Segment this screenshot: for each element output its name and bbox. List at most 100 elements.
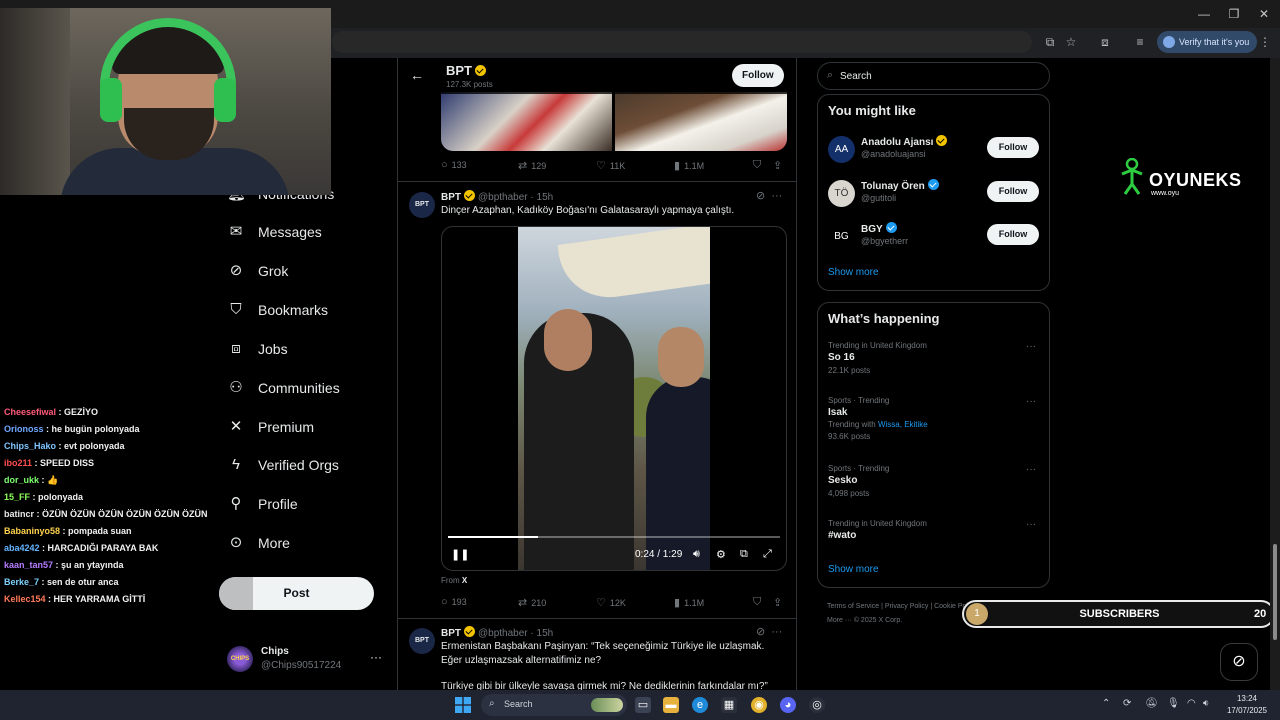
nav-more[interactable]: ⊙ More bbox=[227, 530, 290, 556]
account-switcher[interactable]: CHIPS Chips @Chips90517224 ··· bbox=[227, 642, 387, 678]
menu-kebab-icon[interactable]: ⋮ bbox=[1256, 33, 1274, 51]
share-button[interactable]: ⇪ bbox=[773, 596, 786, 609]
address-bar[interactable] bbox=[332, 31, 1032, 53]
nav-premium[interactable]: ✕ Premium bbox=[227, 414, 314, 440]
nav-grok[interactable]: ⊘ Grok bbox=[227, 258, 289, 284]
chat-username[interactable]: Cheesefiwal bbox=[4, 407, 56, 417]
more-dots-icon[interactable]: ··· bbox=[1026, 519, 1036, 530]
wifi-icon[interactable]: ◠ bbox=[1187, 698, 1196, 709]
reading-list-icon[interactable]: ≡ bbox=[1131, 33, 1149, 51]
suggested-account[interactable]: AA Anadolu Ajansı @anadoluajansi Follow bbox=[828, 134, 1040, 168]
trend-item[interactable]: Sports · Trending Isak Trending with Wissa… bbox=[828, 396, 1040, 441]
previous-tweet-images[interactable] bbox=[441, 92, 787, 151]
chat-username[interactable]: Orionoss bbox=[4, 424, 44, 434]
microphone-icon[interactable]: 🎙︎ bbox=[1167, 698, 1180, 709]
settings-gear-icon[interactable]: ⚙ bbox=[716, 548, 726, 561]
star-icon[interactable]: ☆ bbox=[1062, 33, 1080, 51]
show-more-link[interactable]: Show more bbox=[828, 267, 879, 278]
repost-button[interactable]: ⇄ 129 bbox=[518, 159, 546, 172]
chat-username[interactable]: ibo211 bbox=[4, 458, 32, 468]
store-icon[interactable]: ▦ bbox=[721, 697, 737, 713]
more-dots-icon[interactable]: ··· bbox=[771, 626, 782, 638]
tweet-avatar[interactable]: BPT bbox=[409, 628, 435, 654]
task-view-icon[interactable]: ▭ bbox=[635, 697, 651, 713]
reply-button[interactable]: ○ 133 bbox=[441, 159, 467, 171]
account-name[interactable]: Anadolu Ajansı bbox=[861, 135, 948, 148]
taskbar-search[interactable]: ⌕ Search bbox=[481, 694, 627, 716]
picture-in-picture-icon[interactable]: ⧉ bbox=[740, 548, 748, 561]
suggested-account[interactable]: BG BGY @bgyetherr Follow bbox=[828, 221, 1040, 255]
video-progress-bar[interactable] bbox=[448, 536, 780, 538]
trend-name[interactable]: So 16 bbox=[828, 352, 1040, 363]
tweet-avatar[interactable]: BPT bbox=[409, 192, 435, 218]
tray-bell-icon[interactable]: 🔕︎ bbox=[1145, 698, 1158, 709]
chat-username[interactable]: Kellec154 bbox=[4, 594, 46, 604]
scrollbar-thumb[interactable] bbox=[1273, 544, 1277, 640]
grok-icon[interactable]: ⊘ bbox=[756, 626, 765, 638]
windows-start-icon[interactable] bbox=[455, 697, 471, 713]
trend-name[interactable]: #wato bbox=[828, 530, 1040, 541]
extensions-icon[interactable]: ⧈ bbox=[1096, 33, 1114, 51]
trend-item[interactable]: Trending in United Kingdom #wato ··· bbox=[828, 519, 1040, 541]
account-name[interactable]: Tolunay Ören bbox=[861, 178, 939, 192]
pause-icon[interactable]: ❚❚ bbox=[451, 548, 469, 561]
views-button[interactable]: ▮ 1.1M bbox=[674, 159, 704, 172]
nav-bookmarks[interactable]: ⛉ Bookmarks bbox=[227, 297, 328, 323]
fullscreen-icon[interactable]: ⤢ bbox=[763, 548, 772, 561]
trend-name[interactable]: Sesko bbox=[828, 475, 1040, 486]
back-arrow-icon[interactable]: ← bbox=[410, 67, 424, 83]
close-icon[interactable]: ✕ bbox=[1254, 5, 1274, 23]
chat-username[interactable]: dor_ukk bbox=[4, 475, 39, 485]
nav-profile[interactable]: ⚲ Profile bbox=[227, 491, 298, 517]
chat-username[interactable]: Chips_Hako bbox=[4, 441, 56, 451]
chat-username[interactable]: kaan_tan57 bbox=[4, 560, 53, 570]
follow-button[interactable]: Follow bbox=[987, 180, 1039, 202]
page-scrollbar[interactable] bbox=[1270, 58, 1280, 690]
account-name[interactable]: BGY bbox=[861, 222, 897, 235]
more-dots-icon[interactable]: ··· bbox=[1026, 341, 1036, 352]
speaker-icon[interactable]: 🔉︎ bbox=[1203, 698, 1209, 709]
reply-button[interactable]: ○ 193 bbox=[441, 596, 467, 608]
system-clock[interactable]: 13:24 17/07/2025 bbox=[1222, 693, 1272, 717]
nav-messages[interactable]: ✉ Messages bbox=[227, 219, 322, 245]
like-button[interactable]: ♡ 12K bbox=[596, 596, 626, 609]
more-dots-icon[interactable]: ··· bbox=[370, 650, 382, 664]
grok-fab-button[interactable]: ⊘ bbox=[1220, 643, 1258, 681]
bookmark-button[interactable]: ⛉ bbox=[753, 596, 765, 609]
minimize-icon[interactable]: — bbox=[1194, 5, 1214, 23]
chat-username[interactable]: 15_FF bbox=[4, 492, 30, 502]
video-player[interactable]: ❚❚ 0:24 / 1:29 🔊︎ ⚙ ⧉ ⤢ bbox=[441, 226, 787, 571]
verify-identity-button[interactable]: Verify that it's you bbox=[1157, 31, 1258, 53]
nav-communities[interactable]: ⚇ Communities bbox=[227, 375, 339, 401]
edge-icon[interactable]: e bbox=[692, 697, 708, 713]
avatar[interactable]: TÖ bbox=[828, 179, 855, 207]
views-button[interactable]: ▮ 1.1M bbox=[674, 596, 704, 609]
nav-verified-orgs[interactable]: ϟ Verified Orgs bbox=[227, 452, 339, 478]
grok-icon[interactable]: ⊘ bbox=[756, 190, 765, 202]
file-explorer-icon[interactable]: ▬ bbox=[663, 697, 679, 713]
tray-chevron-icon[interactable]: ⌃ bbox=[1102, 698, 1110, 709]
more-dots-icon[interactable]: ··· bbox=[771, 190, 782, 202]
chat-username[interactable]: Berke_7 bbox=[4, 577, 39, 587]
like-button[interactable]: ♡ 11K bbox=[596, 159, 625, 172]
volume-icon[interactable]: 🔊︎ bbox=[693, 548, 700, 561]
follow-button[interactable]: Follow bbox=[732, 64, 784, 87]
suggested-account[interactable]: TÖ Tolunay Ören @gutitoli Follow bbox=[828, 178, 1040, 212]
share-button[interactable]: ⇪ bbox=[773, 159, 786, 172]
chat-username[interactable]: aba4242 bbox=[4, 543, 40, 553]
restore-icon[interactable]: ❐ bbox=[1224, 5, 1244, 23]
discord-icon[interactable]: ◕ bbox=[780, 697, 796, 713]
show-more-link[interactable]: Show more bbox=[828, 564, 879, 575]
trend-item[interactable]: Trending in United Kingdom So 16 22.1K pos… bbox=[828, 341, 1040, 375]
trend-item[interactable]: Sports · Trending Sesko 4,098 posts ··· bbox=[828, 464, 1040, 498]
avatar[interactable]: BG bbox=[828, 223, 855, 250]
chat-username[interactable]: batincr bbox=[4, 509, 34, 519]
install-app-icon[interactable]: ⧉ bbox=[1041, 33, 1059, 51]
trend-name[interactable]: Isak bbox=[828, 407, 1040, 418]
more-dots-icon[interactable]: ··· bbox=[1026, 396, 1036, 407]
more-dots-icon[interactable]: ··· bbox=[1026, 464, 1036, 475]
post-button[interactable]: Post bbox=[219, 577, 374, 610]
tray-app-icon[interactable]: ⟳ bbox=[1123, 698, 1131, 709]
follow-button[interactable]: Follow bbox=[987, 137, 1039, 158]
search-input[interactable]: Search bbox=[840, 71, 872, 82]
